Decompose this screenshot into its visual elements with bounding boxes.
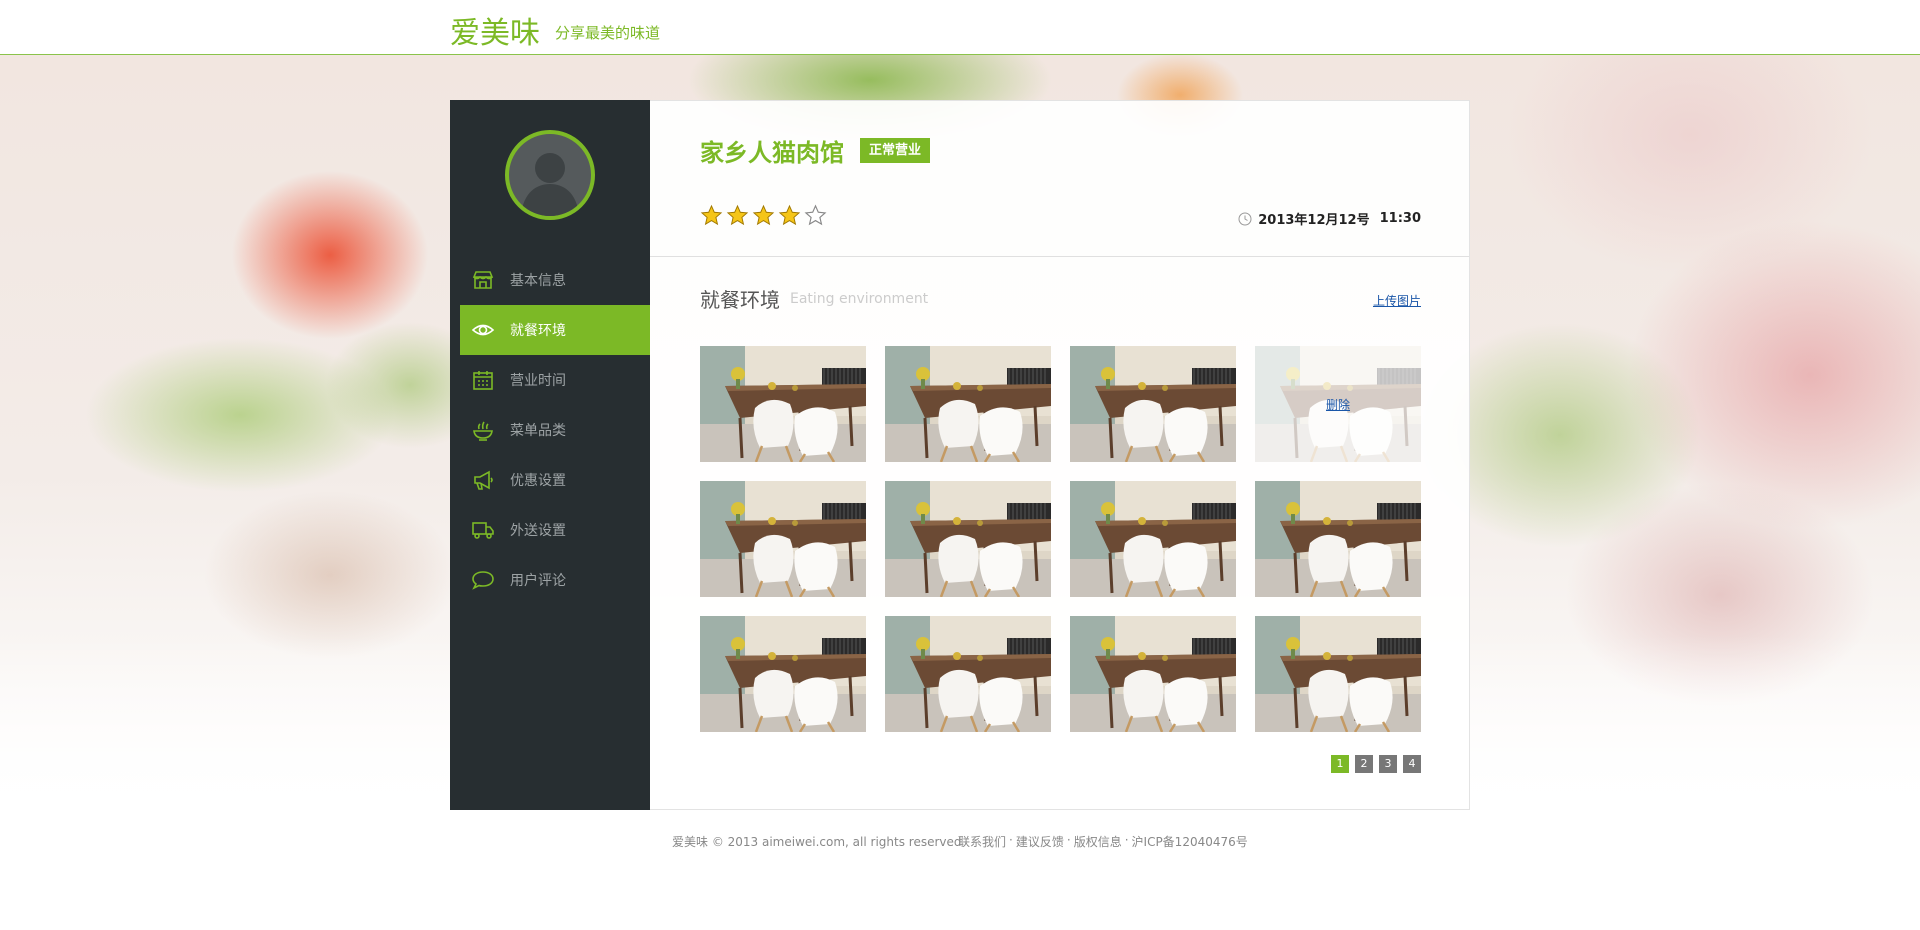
photo-thumbnail[interactable] [885, 616, 1051, 732]
dining-room-photo [885, 481, 1051, 597]
footer-link-feedback[interactable]: 建议反馈 [1016, 833, 1064, 850]
copyright-text: 爱美味 © 2013 aimeiwei.com, all rights rese… [672, 835, 962, 849]
star-filled-icon [726, 204, 749, 226]
content-area: 家乡人猫肉馆 正常营业 2013年12月12号 11:30 就餐环境 Eatin… [650, 100, 1470, 810]
sidebar-item-promotions[interactable]: 优惠设置 [460, 455, 650, 505]
dining-room-photo [885, 616, 1051, 732]
sidebar-item-user-reviews[interactable]: 用户评论 [460, 555, 650, 605]
chat-bubble-icon [470, 567, 496, 593]
sidebar-menu: 基本信息 就餐环境 营业时间 菜单品类 优惠设置 外送设置 用户评论 [460, 255, 650, 605]
avatar[interactable] [505, 130, 595, 220]
rating-stars [700, 204, 830, 227]
photo-thumbnail[interactable] [700, 616, 866, 732]
delete-photo-link[interactable]: 删除 [1326, 396, 1350, 413]
photo-thumbnail[interactable] [885, 346, 1051, 462]
store-icon [470, 267, 496, 293]
top-header: 爱美味 分享最美的味道 [0, 0, 1920, 55]
upload-image-link[interactable]: 上传图片 [1373, 292, 1421, 309]
truck-icon [470, 517, 496, 543]
dining-room-photo [1255, 481, 1421, 597]
star-empty-icon [804, 204, 827, 226]
photo-thumbnail[interactable] [1070, 481, 1236, 597]
sidebar-item-basic-info[interactable]: 基本信息 [460, 255, 650, 305]
sidebar-item-dining-environment[interactable]: 就餐环境 [460, 305, 650, 355]
photo-thumbnail[interactable] [700, 481, 866, 597]
photo-thumbnail[interactable]: 删除 [1255, 346, 1421, 462]
dining-room-photo [1070, 616, 1236, 732]
timestamp: 2013年12月12号 11:30 [1238, 209, 1421, 228]
dining-room-photo [1070, 346, 1236, 462]
footer-link-copyright-info[interactable]: 版权信息 [1074, 833, 1122, 850]
clock-icon [1238, 212, 1252, 225]
footer-separator: · [1009, 833, 1013, 847]
eye-icon [470, 317, 496, 343]
photo-thumbnail[interactable] [1255, 616, 1421, 732]
photo-grid: 删除 [700, 346, 1422, 732]
section-subtitle: Eating environment [790, 291, 929, 307]
footer-link-icp[interactable]: 沪ICP备12040476号 [1132, 833, 1248, 850]
photo-thumbnail[interactable] [885, 481, 1051, 597]
sidebar-item-label: 基本信息 [510, 273, 566, 289]
food-bowl-icon [470, 417, 496, 443]
shop-name: 家乡人猫肉馆 [700, 139, 844, 167]
page-button-1[interactable]: 1 [1331, 755, 1349, 773]
sidebar-item-business-hours[interactable]: 营业时间 [460, 355, 650, 405]
megaphone-icon [470, 467, 496, 493]
dining-room-photo [700, 346, 866, 462]
page-button-3[interactable]: 3 [1379, 755, 1397, 773]
page-button-2[interactable]: 2 [1355, 755, 1373, 773]
photo-thumbnail[interactable] [700, 346, 866, 462]
sidebar-item-label: 优惠设置 [510, 473, 566, 489]
site-slogan: 分享最美的味道 [555, 24, 661, 42]
user-silhouette-icon [521, 153, 579, 216]
pagination: 1 2 3 4 [1325, 755, 1421, 773]
footer-links: 联系我们 · 建议反馈 · 版权信息 · 沪ICP备12040476号 [958, 833, 1248, 850]
dining-room-photo [1070, 481, 1236, 597]
dining-room-photo [700, 616, 866, 732]
photo-thumbnail[interactable] [1070, 346, 1236, 462]
star-filled-icon [700, 204, 723, 226]
dining-room-photo [700, 481, 866, 597]
main-panel: 基本信息 就餐环境 营业时间 菜单品类 优惠设置 外送设置 用户评论 家乡人猫肉… [450, 100, 1470, 810]
timestamp-time: 11:30 [1379, 211, 1421, 226]
photo-thumbnail[interactable] [1255, 481, 1421, 597]
sidebar-item-label: 菜单品类 [510, 423, 566, 439]
status-badge: 正常营业 [860, 138, 931, 163]
sidebar-item-label: 外送设置 [510, 523, 566, 539]
page-button-4[interactable]: 4 [1403, 755, 1421, 773]
dining-room-photo [1255, 616, 1421, 732]
site-logo[interactable]: 爱美味 [450, 8, 540, 52]
section-title: 就餐环境 [700, 288, 780, 312]
footer-separator: · [1066, 833, 1071, 847]
photo-thumbnail[interactable] [1070, 616, 1236, 732]
timestamp-date: 2013年12月12号 [1258, 213, 1370, 228]
divider [650, 256, 1469, 257]
sidebar-item-delivery[interactable]: 外送设置 [460, 505, 650, 555]
sidebar: 基本信息 就餐环境 营业时间 菜单品类 优惠设置 外送设置 用户评论 [450, 100, 650, 810]
footer-link-contact[interactable]: 联系我们 [958, 833, 1006, 850]
photo-hover-overlay: 删除 [1255, 346, 1421, 462]
sidebar-item-label: 用户评论 [510, 573, 566, 589]
sidebar-item-label: 营业时间 [510, 373, 566, 389]
star-filled-icon [752, 204, 775, 226]
footer-separator: · [1124, 833, 1129, 847]
sidebar-item-menu-categories[interactable]: 菜单品类 [460, 405, 650, 455]
star-filled-icon [778, 204, 801, 226]
sidebar-item-label: 就餐环境 [510, 323, 566, 339]
dining-room-photo [885, 346, 1051, 462]
calendar-icon [470, 367, 496, 393]
